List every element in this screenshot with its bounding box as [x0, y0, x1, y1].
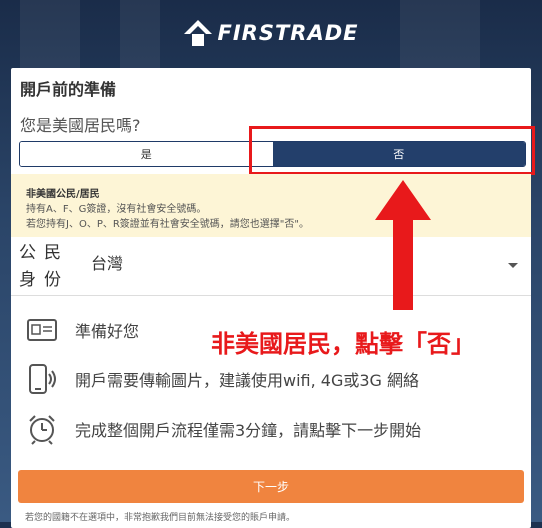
account-prep-card: 開戶前的準備 您是美國居民嗎? 是 否 非美國公民/居民 持有A、F、G簽證，沒…: [11, 68, 535, 528]
prep-item-text: 完成整個開戶流程僅需3分鐘，請點擊下一步開始: [75, 421, 422, 440]
annotation-arrow-icon: [375, 180, 431, 310]
prep-item-network: 開戶需要傳輸圖片，建議使用wifi, 4G或3G 網絡: [25, 363, 419, 395]
chevron-down-icon[interactable]: [508, 263, 518, 268]
divider: [11, 295, 531, 296]
non-resident-note: 非美國公民/居民 持有A、F、G簽證，沒有社會安全號碼。 若您持有J、O、P、R…: [11, 174, 531, 237]
citizenship-label: 公民身份: [19, 243, 69, 290]
citizenship-select[interactable]: 台灣: [91, 250, 123, 274]
firstrade-logo-icon: [183, 20, 212, 46]
prep-item-text: 準備好您: [75, 322, 140, 341]
annotation-callout: 非美國居民，點擊「否」: [159, 322, 527, 360]
brand-name: FIRSTRADE: [217, 21, 359, 45]
id-card-icon: [25, 314, 59, 346]
footer-note: 若您的國籍不在選項中，非常抱歉我們目前無法接受您的賬戶申請。: [25, 513, 296, 523]
prep-item-text: 開戶需要傳輸圖片，建議使用wifi, 4G或3G 網絡: [75, 371, 420, 390]
note-line: 若您持有J、O、P、R簽證並有社會安全號碼，請您也選擇"否"。: [26, 219, 309, 230]
note-line: 持有A、F、G簽證，沒有社會安全號碼。: [26, 204, 207, 215]
resident-question: 您是美國居民嗎?: [20, 116, 141, 135]
prep-item-time: 完成整個開戶流程僅需3分鐘，請點擊下一步開始: [25, 413, 421, 445]
note-title: 非美國公民/居民: [26, 189, 100, 200]
prep-item-documents: 準備好您: [25, 314, 139, 346]
alarm-clock-icon: [25, 413, 59, 445]
mobile-signal-icon: [25, 363, 59, 395]
resident-yes-button[interactable]: 是: [20, 142, 273, 166]
annotation-highlight-box: [249, 126, 535, 175]
app-header: FIRSTRADE: [0, 0, 542, 66]
next-button[interactable]: 下一步: [18, 470, 524, 503]
section-title: 開戶前的準備: [20, 80, 117, 99]
